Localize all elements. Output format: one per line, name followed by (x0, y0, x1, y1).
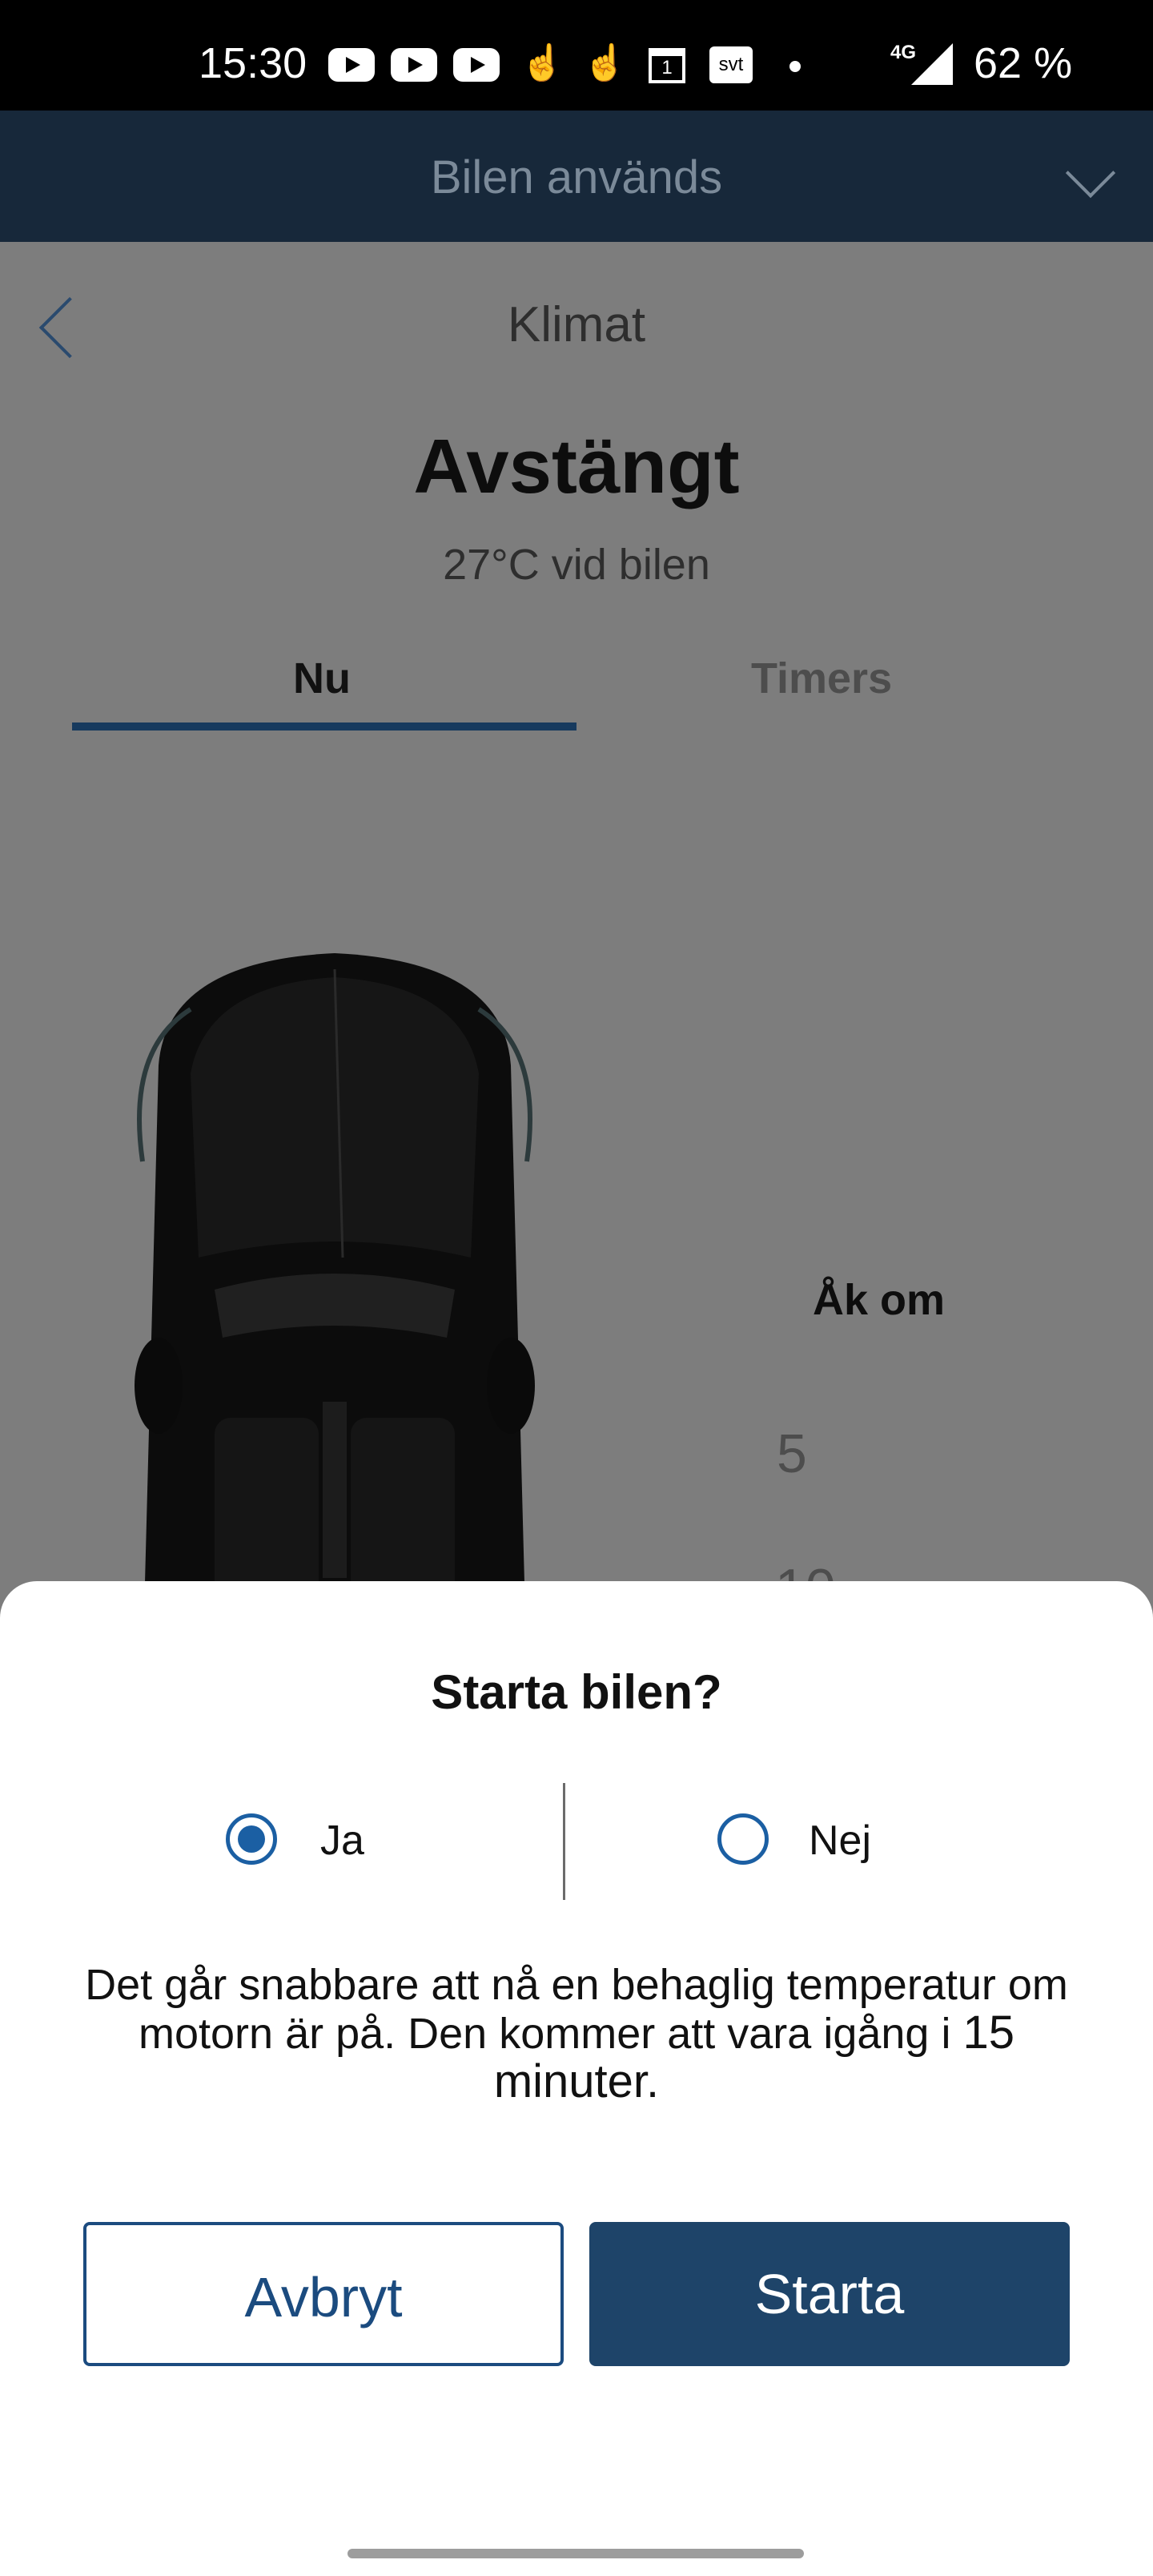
signal-icon (911, 43, 953, 85)
drive-in-option[interactable]: 5 (777, 1423, 807, 1485)
dialog-description: Det går snabbare att nå en behaglig temp… (80, 1961, 1073, 2107)
active-tab-indicator (72, 722, 576, 731)
youtube-icon (453, 48, 500, 82)
cancel-button[interactable]: Avbryt (83, 2222, 564, 2366)
climate-status: Avstängt (413, 424, 740, 509)
youtube-icon (328, 48, 375, 82)
battery-level: 62 % (974, 39, 1073, 87)
status-time: 15:30 (199, 39, 307, 87)
calendar-icon: 1 (649, 48, 685, 83)
page-title: Klimat (507, 297, 646, 352)
status-bar: 15:30 ☝ ☝ 1 svt 4G 62 % (0, 0, 1153, 111)
svt-icon: svt (709, 46, 753, 83)
drive-in-label: Åk om (813, 1276, 946, 1324)
vehicle-status-title: Bilen används (430, 151, 723, 203)
touch-icon: ☝ (583, 43, 627, 83)
car-top-view-image (135, 953, 535, 1674)
climate-page: Klimat Avstängt 27°C vid bilen Nu Timers… (0, 242, 1153, 1674)
radio-nej[interactable] (717, 1813, 769, 1865)
tab-nu[interactable]: Nu (293, 654, 351, 703)
radio-ja[interactable] (226, 1813, 277, 1865)
dot-icon (789, 61, 801, 72)
start-button[interactable]: Starta (589, 2222, 1070, 2366)
vehicle-status-bar[interactable]: Bilen används (0, 111, 1153, 242)
option-divider (563, 1783, 565, 1900)
tab-timers[interactable]: Timers (751, 654, 892, 703)
car-temperature: 27°C vid bilen (443, 541, 710, 589)
youtube-icon (391, 48, 437, 82)
touch-icon: ☝ (520, 43, 564, 83)
option-nej-label[interactable]: Nej (809, 1817, 871, 1865)
option-ja-label[interactable]: Ja (320, 1817, 364, 1865)
dialog-title: Starta bilen? (431, 1665, 722, 1719)
description-text: Det går snabbare att nå en behaglig temp… (85, 1961, 1068, 2058)
start-car-dialog: Starta bilen? Ja Nej Det går snabbare at… (0, 1581, 1153, 2576)
home-indicator[interactable] (348, 2549, 804, 2558)
